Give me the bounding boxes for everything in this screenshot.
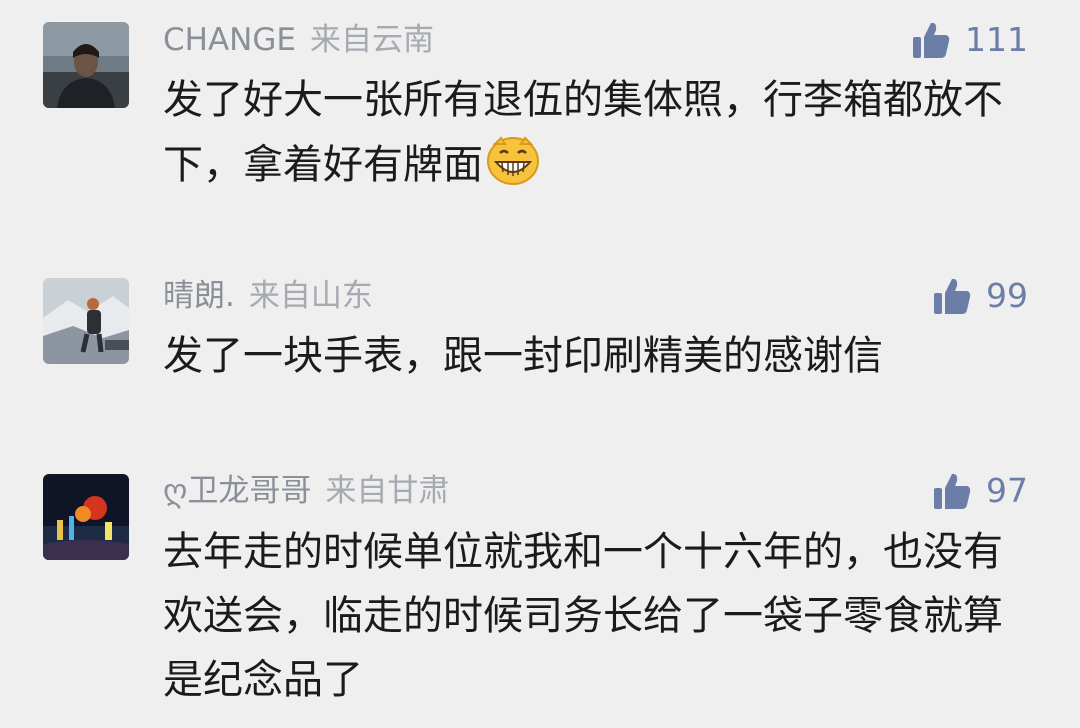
avatar[interactable]	[43, 278, 129, 364]
like-button[interactable]: 99	[932, 274, 1028, 318]
thumbs-up-icon	[913, 22, 950, 58]
avatar[interactable]	[43, 22, 129, 108]
comment-text: 发了一块手表，跟一封印刷精美的感谢信	[163, 324, 1033, 388]
comment-text-content: 去年走的时候单位就我和一个十六年的，也没有欢送会，临走的时候司务长给了一袋子零食…	[163, 529, 1003, 703]
like-count: 111	[965, 20, 1028, 59]
grinning-face-emoji	[487, 136, 539, 185]
like-count: 99	[986, 276, 1028, 315]
thumbs-up-icon	[934, 278, 971, 314]
location: 来自云南	[309, 22, 434, 58]
thumbs-up-icon	[934, 473, 971, 509]
avatar[interactable]	[43, 474, 129, 560]
username[interactable]: CHANGE	[163, 22, 296, 58]
username[interactable]: ღ卫龙哥哥	[163, 473, 311, 509]
comment-meta: ღ卫龙哥哥 来自甘肃	[163, 469, 449, 513]
comment-meta: CHANGE 来自云南	[163, 18, 434, 62]
comment-text-content: 发了好大一张所有退伍的集体照，行李箱都放不下，拿着好有牌面	[163, 77, 1003, 188]
location: 来自山东	[248, 278, 373, 314]
like-button[interactable]: 111	[911, 18, 1028, 62]
comment-text-content: 发了一块手表，跟一封印刷精美的感谢信	[163, 333, 883, 379]
comment-meta: 晴朗. 来自山东	[163, 274, 373, 318]
username[interactable]: 晴朗.	[163, 278, 235, 314]
like-button[interactable]: 97	[932, 469, 1028, 513]
like-count: 97	[986, 471, 1028, 510]
location: 来自甘肃	[325, 473, 450, 509]
comment-text: 去年走的时候单位就我和一个十六年的，也没有欢送会，临走的时候司务长给了一袋子零食…	[163, 520, 1033, 712]
comment-text: 发了好大一张所有退伍的集体照，行李箱都放不下，拿着好有牌面	[163, 68, 1033, 197]
